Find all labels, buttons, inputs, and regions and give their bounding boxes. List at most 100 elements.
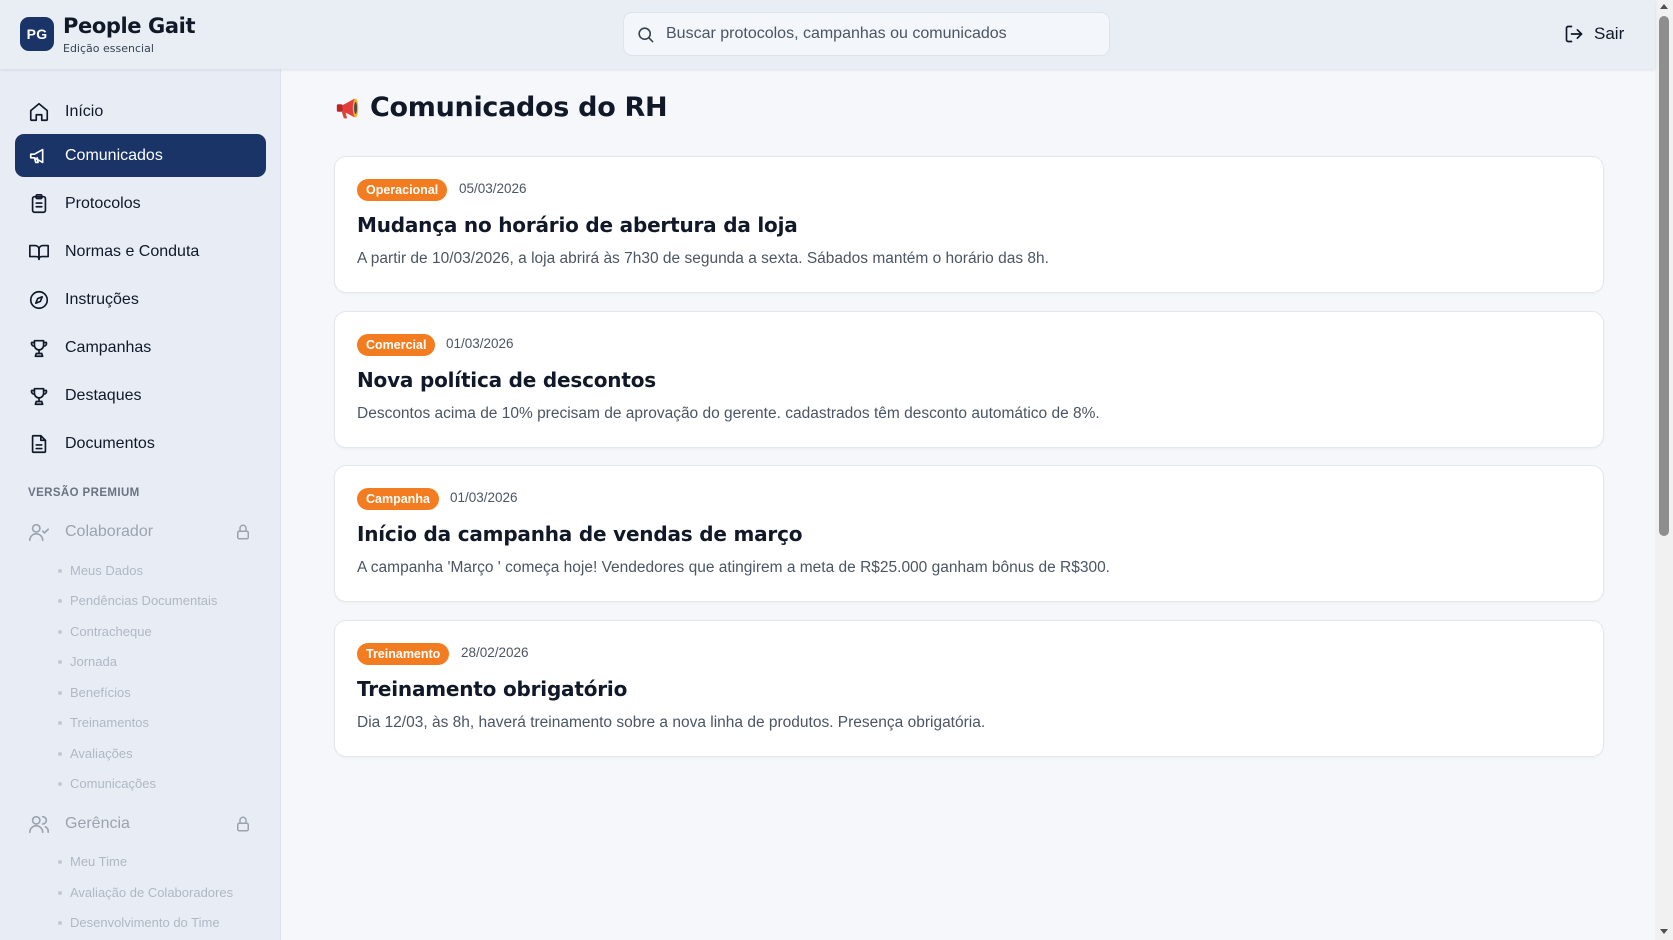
subitem-meu-time[interactable]: Meu Time [58,854,127,869]
sidebar-item-label: Documentos [65,434,155,452]
announcement-body: A partir de 10/03/2026, a loja abrirá às… [357,250,1049,267]
subitem-label: Meus Dados [70,563,143,578]
announcement-title: Início da campanha de vendas de março [357,522,803,546]
scroll-up-arrow-icon[interactable] [1660,4,1668,9]
bullet-dot [58,690,62,695]
lock-icon [237,816,249,832]
announcement-title: Mudança no horário de abertura da loja [357,213,798,237]
bullet-dot [58,568,62,573]
brand-edition: Edição essencial [63,42,154,55]
logout-button[interactable]: Sair [1564,20,1624,48]
home-icon [28,101,50,123]
announcement-body: Descontos acima de 10% precisam de aprov… [357,405,1100,422]
subitem-label: Treinamentos [70,715,149,730]
user-check-icon [28,521,50,543]
announcement-card[interactable]: Comercial 01/03/2026 Nova política de de… [334,311,1604,448]
top-header: PG People Gait Edição essencial Sair [0,0,1655,69]
subitem-label: Avaliações [70,746,133,761]
subitem-pendencias[interactable]: Pendências Documentais [58,593,217,608]
announcement-card[interactable]: Campanha 01/03/2026 Início da campanha d… [334,465,1604,602]
announcement-date: 05/03/2026 [459,181,527,196]
logout-icon [1565,25,1583,43]
subitem-label: Contracheque [70,624,152,639]
category-tag: Operacional [357,179,448,201]
sidebar-item-instrucoes[interactable]: Instruções [15,278,266,321]
brand-name: People Gait [63,14,196,38]
sidebar-item-comunicados[interactable]: Comunicados [15,134,266,177]
bullet-dot [58,890,62,895]
scroll-thumb[interactable] [1659,16,1669,536]
lock-icon [237,524,249,540]
subitem-label: Pendências Documentais [70,593,218,608]
category-tag: Treinamento [357,643,450,665]
subitem-label: Jornada [70,654,117,669]
megaphone-icon [28,145,50,167]
sidebar-item-label: Protocolos [65,194,141,212]
premium-section-label: VERSÃO PREMIUM [28,487,140,499]
category-tag: Campanha [357,488,439,510]
announcement-card[interactable]: Operacional 05/03/2026 Mudança no horári… [334,156,1604,293]
announcement-date: 01/03/2026 [446,336,514,351]
sidebar-item-label: Instruções [65,290,139,308]
subitem-avaliacao-colaboradores[interactable]: Avaliação de Colaboradores [58,885,233,900]
scroll-down-arrow-icon[interactable] [1660,929,1668,934]
subitem-beneficios[interactable]: Benefícios [58,685,131,700]
trophy-icon [28,385,50,407]
announcement-date: 01/03/2026 [450,490,518,505]
subitem-treinamentos[interactable]: Treinamentos [58,715,149,730]
subitem-desenvolvimento[interactable]: Desenvolvimento do Time [58,915,220,930]
sidebar-item-label: Destaques [65,386,142,404]
bullet-dot [58,781,62,786]
sidebar-item-label: Início [65,102,104,120]
subitem-comunicacoes[interactable]: Comunicações [58,776,156,791]
search-input[interactable] [666,13,1096,55]
bullet-dot [58,598,62,603]
premium-group-gerencia[interactable]: Gerência [15,804,266,844]
bullet-dot [58,629,62,634]
subitem-label: Meu Time [70,854,128,869]
trophy-icon [28,337,50,359]
announcement-body: Dia 12/03, às 8h, haverá treinamento sob… [357,714,986,731]
sidebar-item-inicio[interactable]: Início [15,90,266,133]
clipboard-icon [28,193,50,215]
announcement-title: Nova política de descontos [357,368,656,392]
bullet-dot [58,751,62,756]
announcement-date: 28/02/2026 [461,645,529,660]
search-icon [638,27,654,43]
premium-group-colaborador[interactable]: Colaborador [15,512,266,552]
subitem-jornada[interactable]: Jornada [58,654,117,669]
sidebar-item-campanhas[interactable]: Campanhas [15,326,266,369]
subitem-label: Benefícios [70,685,131,700]
subitem-label: Avaliação de Colaboradores [70,885,234,900]
bullet-dot [58,920,62,925]
megaphone-icon [336,98,359,118]
page-title-text: Comunicados do RH [370,92,668,123]
announcement-body: A campanha 'Março ' começa hoje! Vendedo… [357,559,1110,576]
sidebar-item-protocolos[interactable]: Protocolos [15,182,266,225]
subitem-label: Comunicações [70,776,156,791]
page-scrollbar[interactable] [1655,0,1673,940]
sidebar-item-destaques[interactable]: Destaques [15,374,266,417]
sidebar-item-label: Comunicados [65,146,163,164]
sidebar: Início Comunicados Protocolos Normas e C… [0,69,281,940]
bullet-dot [58,859,62,864]
compass-icon [28,289,50,311]
sidebar-item-normas[interactable]: Normas e Conduta [15,230,266,273]
premium-group-label: Colaborador [65,523,154,540]
announcement-title: Treinamento obrigatório [357,677,628,701]
subitem-label: Desenvolvimento do Time [70,915,220,930]
subitem-avaliacoes[interactable]: Avaliações [58,746,133,761]
logo-badge: PG [20,17,54,51]
logout-label: Sair [1594,24,1625,43]
users-icon [28,813,50,835]
sidebar-item-documentos[interactable]: Documentos [15,422,266,465]
search-box[interactable] [623,12,1110,56]
bullet-dot [58,659,62,664]
announcement-card[interactable]: Treinamento 28/02/2026 Treinamento obrig… [334,620,1604,757]
page-title: Comunicados do RH [334,92,668,123]
bullet-dot [58,720,62,725]
book-icon [28,241,50,263]
subitem-contracheque[interactable]: Contracheque [58,624,152,639]
subitem-meus-dados[interactable]: Meus Dados [58,563,143,578]
sidebar-item-label: Campanhas [65,338,152,356]
